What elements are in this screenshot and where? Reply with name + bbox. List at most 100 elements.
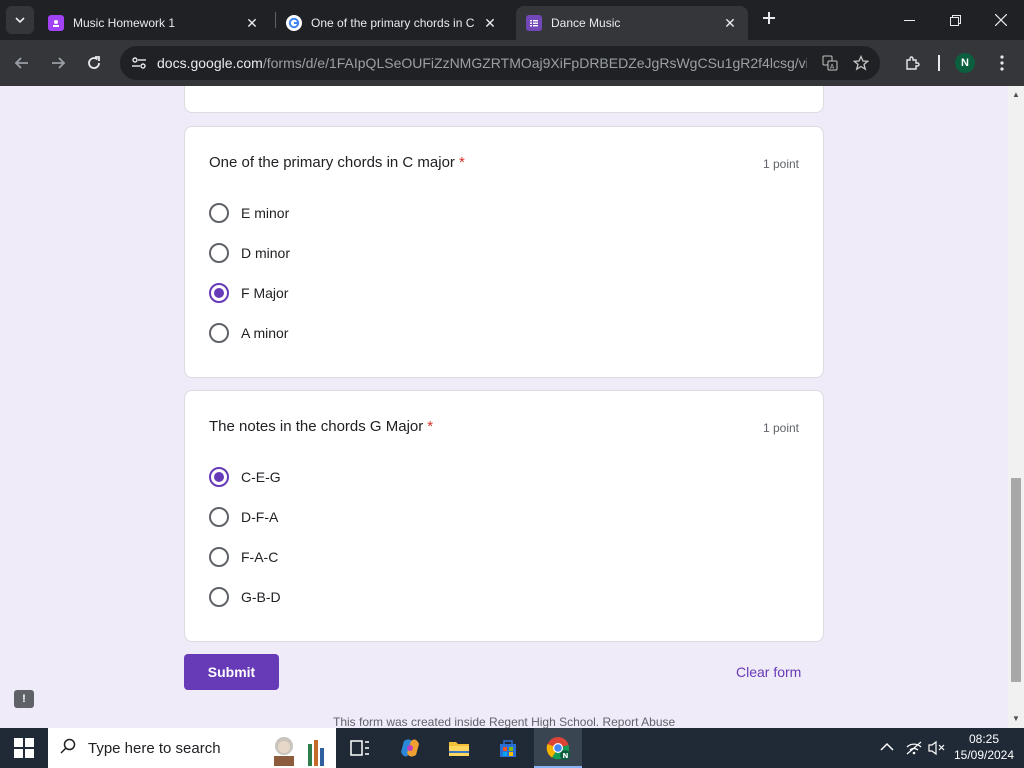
required-asterisk: *: [427, 418, 434, 435]
bookmark-star-icon[interactable]: [852, 54, 870, 72]
option-d-f-a[interactable]: D-F-A: [209, 505, 278, 529]
classroom-icon: [48, 15, 64, 31]
site-settings-icon[interactable]: [130, 54, 148, 72]
clear-form-button[interactable]: Clear form: [736, 664, 801, 680]
scrollbar-thumb[interactable]: [1011, 478, 1021, 682]
tab-search-button[interactable]: [6, 6, 34, 34]
copilot-icon[interactable]: [398, 736, 422, 760]
forms-icon: [526, 15, 542, 31]
forward-arrow-icon: [52, 57, 66, 69]
close-tab-icon[interactable]: ✕: [482, 15, 498, 32]
required-asterisk: *: [458, 154, 465, 171]
extensions-button[interactable]: [900, 51, 924, 75]
new-tab-button[interactable]: [758, 9, 780, 31]
windows-taskbar: Type here to search N 08:25 15/09/2024: [0, 728, 1024, 768]
tab-music-homework[interactable]: Music Homework 1 ✕: [38, 6, 270, 40]
radio-button[interactable]: [209, 547, 229, 567]
show-hidden-icons-chevron-icon[interactable]: [880, 740, 894, 755]
url-text[interactable]: docs.google.com/forms/d/e/1FAIpQLSeOUFiZ…: [157, 55, 807, 71]
question-card-primary-chords: One of the primary chords in C major * 1 …: [184, 126, 824, 378]
url-path: /forms/d/e/1FAIpQLSeOUFiZzNMGZRTMOaj9XiF…: [262, 55, 807, 71]
radio-dot: [214, 472, 224, 482]
previous-question-card: [184, 86, 824, 113]
option-f-major[interactable]: F Major: [209, 281, 288, 305]
profile-avatar[interactable]: N: [955, 53, 975, 73]
clock-time: 08:25: [968, 732, 1000, 746]
radio-button[interactable]: [209, 203, 229, 223]
page-scrollbar[interactable]: ▲ ▼: [1008, 86, 1024, 728]
radio-button[interactable]: [209, 587, 229, 607]
forward-button[interactable]: [46, 51, 70, 75]
radio-button[interactable]: [209, 243, 229, 263]
tab-title: One of the primary chords in C: [311, 16, 475, 30]
close-tab-icon[interactable]: ✕: [244, 15, 260, 32]
form-footer-note: This form was created inside Regent High…: [333, 715, 676, 728]
question-title: The notes in the chords G Major *: [209, 418, 434, 435]
option-a-minor[interactable]: A minor: [209, 321, 288, 345]
browser-menu-button[interactable]: [990, 51, 1014, 75]
radio-button[interactable]: [209, 507, 229, 527]
close-icon: [995, 14, 1007, 26]
option-label: G-B-D: [241, 589, 281, 605]
option-c-e-g[interactable]: C-E-G: [209, 465, 281, 489]
feedback-icon[interactable]: !: [14, 690, 34, 708]
submit-button[interactable]: Submit: [184, 654, 279, 690]
chevron-down-icon: [15, 17, 25, 24]
back-button[interactable]: [10, 51, 34, 75]
scroll-up-arrow-icon[interactable]: ▲: [1011, 90, 1021, 100]
option-label: E minor: [241, 205, 290, 221]
option-label: D minor: [241, 245, 291, 261]
question-card-g-major-notes: The notes in the chords G Major * 1 point…: [184, 390, 824, 642]
translate-icon[interactable]: A: [821, 54, 839, 72]
system-clock[interactable]: 08:25 15/09/2024: [952, 731, 1016, 763]
tab-primary-chords[interactable]: One of the primary chords in C ✕: [276, 6, 508, 40]
windows-start-icon[interactable]: [14, 738, 34, 758]
minimize-button[interactable]: [886, 0, 932, 40]
radio-dot: [214, 288, 224, 298]
restore-icon: [949, 14, 961, 26]
taskbar-search-box[interactable]: Type here to search: [48, 728, 336, 768]
radio-button-selected[interactable]: [209, 467, 229, 487]
tab-title: Dance Music: [551, 16, 621, 30]
search-highlight-illustration-icon: [268, 732, 330, 766]
plus-icon: [763, 12, 775, 24]
back-arrow-icon: [14, 57, 28, 69]
volume-muted-icon[interactable]: [928, 740, 946, 759]
chrome-icon[interactable]: N: [546, 736, 570, 760]
close-window-button[interactable]: [978, 0, 1024, 40]
network-icon[interactable]: [905, 740, 923, 759]
reload-button[interactable]: [82, 51, 106, 75]
option-label: D-F-A: [241, 509, 279, 525]
restore-button[interactable]: [932, 0, 978, 40]
radio-button-selected[interactable]: [209, 283, 229, 303]
clock-date: 15/09/2024: [953, 748, 1015, 762]
microsoft-store-icon[interactable]: [496, 736, 520, 760]
close-tab-icon[interactable]: ✕: [722, 15, 738, 32]
option-f-a-c[interactable]: F-A-C: [209, 545, 278, 569]
kebab-menu-icon: [1000, 55, 1004, 71]
option-label: F Major: [241, 285, 289, 301]
address-bar[interactable]: docs.google.com/forms/d/e/1FAIpQLSeOUFiZ…: [120, 46, 880, 80]
question-points: 1 point: [762, 421, 799, 435]
search-icon: [60, 738, 76, 759]
url-host: docs.google.com: [157, 55, 263, 71]
question-title: One of the primary chords in C major *: [209, 154, 465, 171]
option-label: C-E-G: [241, 469, 281, 485]
taskbar-search-placeholder: Type here to search: [88, 739, 221, 757]
option-g-b-d[interactable]: G-B-D: [209, 585, 281, 609]
tab-dance-music[interactable]: Dance Music ✕: [516, 6, 748, 40]
google-icon: [286, 15, 302, 31]
browser-toolbar: docs.google.com/forms/d/e/1FAIpQLSeOUFiZ…: [0, 40, 1024, 86]
task-view-icon[interactable]: [348, 736, 372, 760]
option-e-minor[interactable]: E minor: [209, 201, 289, 225]
scroll-down-arrow-icon[interactable]: ▼: [1011, 714, 1021, 724]
option-label: F-A-C: [241, 549, 279, 565]
option-label: A minor: [241, 325, 289, 341]
question-points: 1 point: [762, 157, 799, 171]
option-d-minor[interactable]: D minor: [209, 241, 290, 265]
toolbar-divider: [938, 55, 940, 71]
reload-icon: [88, 56, 100, 69]
file-explorer-icon[interactable]: [447, 736, 471, 760]
svg-text:N: N: [563, 752, 569, 760]
radio-button[interactable]: [209, 323, 229, 343]
